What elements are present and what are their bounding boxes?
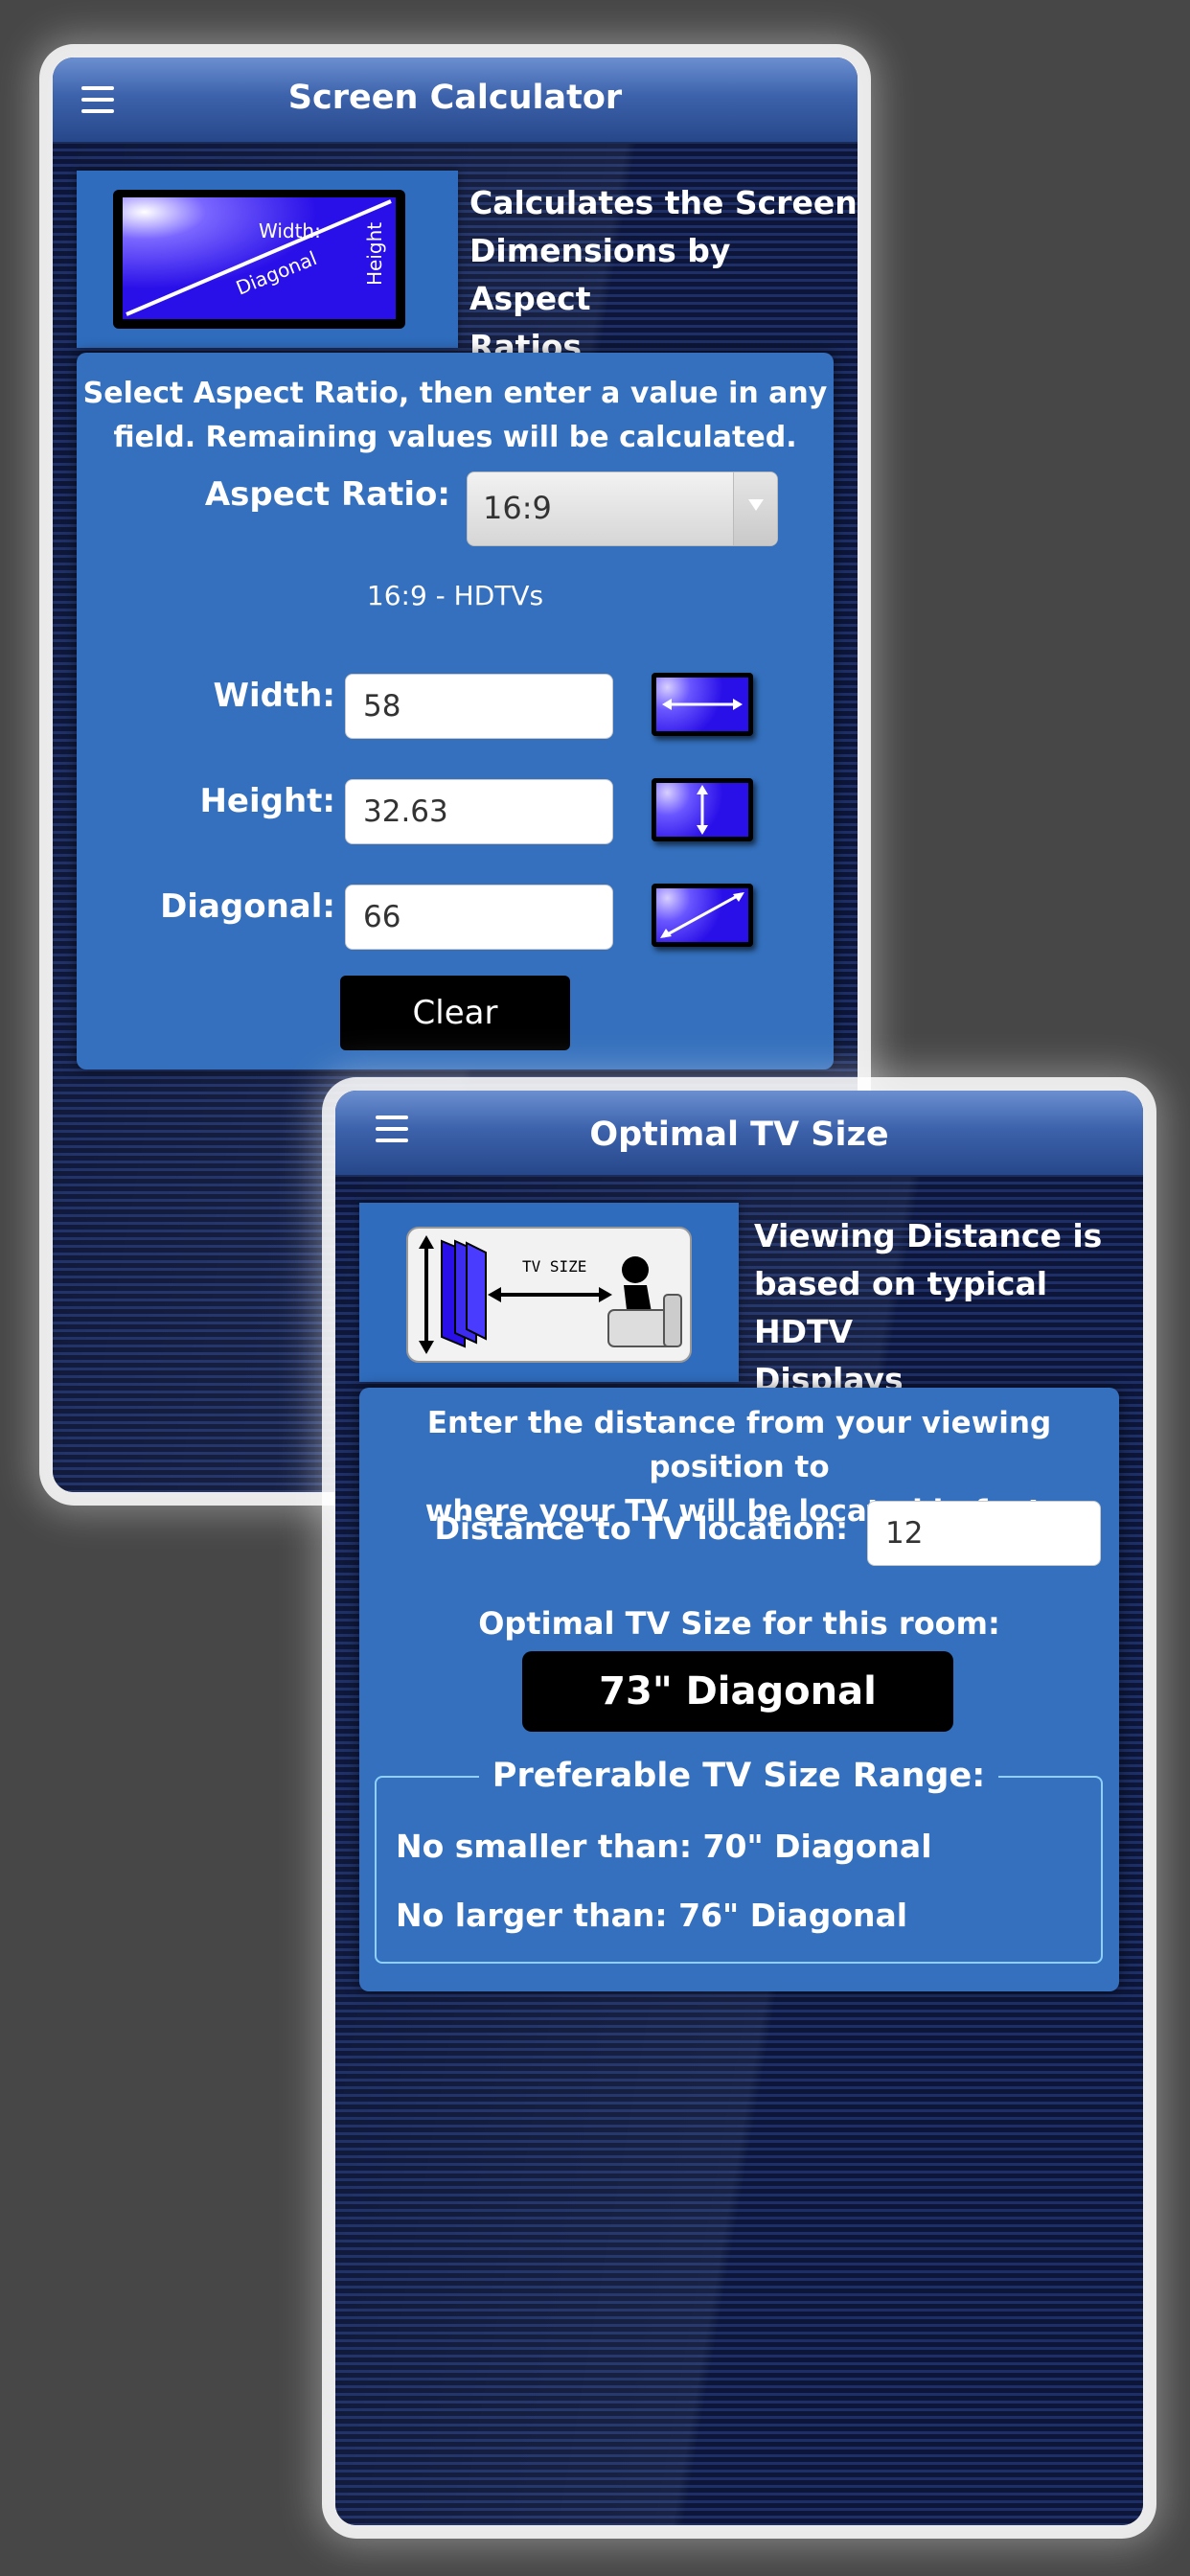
height-input[interactable]: 32.63 [345, 779, 613, 844]
navbar: Screen Calculator [53, 58, 858, 144]
range-max: No larger than: 76" Diagonal [396, 1897, 908, 1934]
tv-dimensions-icon: Width: Height Diagonal [113, 190, 405, 329]
chevron-down-icon [748, 499, 764, 511]
width-label: Width: [213, 677, 335, 715]
diagonal-label: Diagonal: [160, 887, 335, 926]
aspect-ratio-description: 16:9 - HDTVs [366, 580, 544, 611]
diagonal-input[interactable]: 66 [345, 885, 613, 950]
optimal-size-title: Optimal TV Size for this room: [478, 1605, 1000, 1642]
page-title: Optimal TV Size [589, 1116, 889, 1154]
aspect-ratio-illustration: Width: Height Diagonal [77, 171, 458, 348]
diagonal-arrow-icon [652, 884, 753, 947]
height-arrow-icon [652, 778, 753, 841]
optimal-size-panel: Enter the distance from your viewing pos… [359, 1388, 1119, 1991]
viewing-distance-illustration: TV SIZE [359, 1203, 739, 1382]
clear-button[interactable]: Clear [340, 976, 570, 1050]
hero-width-label: Width: [259, 219, 321, 242]
distance-input[interactable]: 12 [867, 1501, 1101, 1566]
calculator-panel: Select Aspect Ratio, then enter a value … [77, 353, 834, 1070]
distance-label: Distance to TV location: [434, 1510, 848, 1547]
calculator-instructions: Select Aspect Ratio, then enter a value … [82, 377, 828, 454]
optimal-tv-size-screen: Optimal TV Size TV SIZE Viewing Distance… [335, 1091, 1143, 2525]
tv-size-label: TV SIZE [522, 1257, 586, 1276]
hero-description: Calculates the Screen Dimensions by Aspe… [469, 184, 858, 365]
aspect-ratio-select[interactable]: 16:9 [467, 472, 778, 546]
aspect-ratio-label: Aspect Ratio: [204, 475, 450, 514]
optimal-size-result: 73" Diagonal [522, 1651, 953, 1732]
aspect-ratio-value: 16:9 [483, 490, 552, 526]
height-label: Height: [199, 782, 335, 820]
range-min: No smaller than: 70" Diagonal [396, 1828, 932, 1865]
width-input[interactable]: 58 [345, 674, 613, 739]
navbar: Optimal TV Size [335, 1091, 1143, 1177]
viewing-distance-icon: TV SIZE [406, 1227, 692, 1363]
range-title: Preferable TV Size Range: [377, 1757, 1101, 1795]
width-arrow-icon [652, 673, 753, 736]
page-title: Screen Calculator [287, 79, 623, 117]
select-arrow-box [733, 472, 777, 545]
hero-description: Viewing Distance is based on typical HDT… [754, 1217, 1103, 1398]
preferable-size-range: Preferable TV Size Range: No smaller tha… [375, 1757, 1103, 1964]
hero-height-label: Height [363, 222, 386, 286]
